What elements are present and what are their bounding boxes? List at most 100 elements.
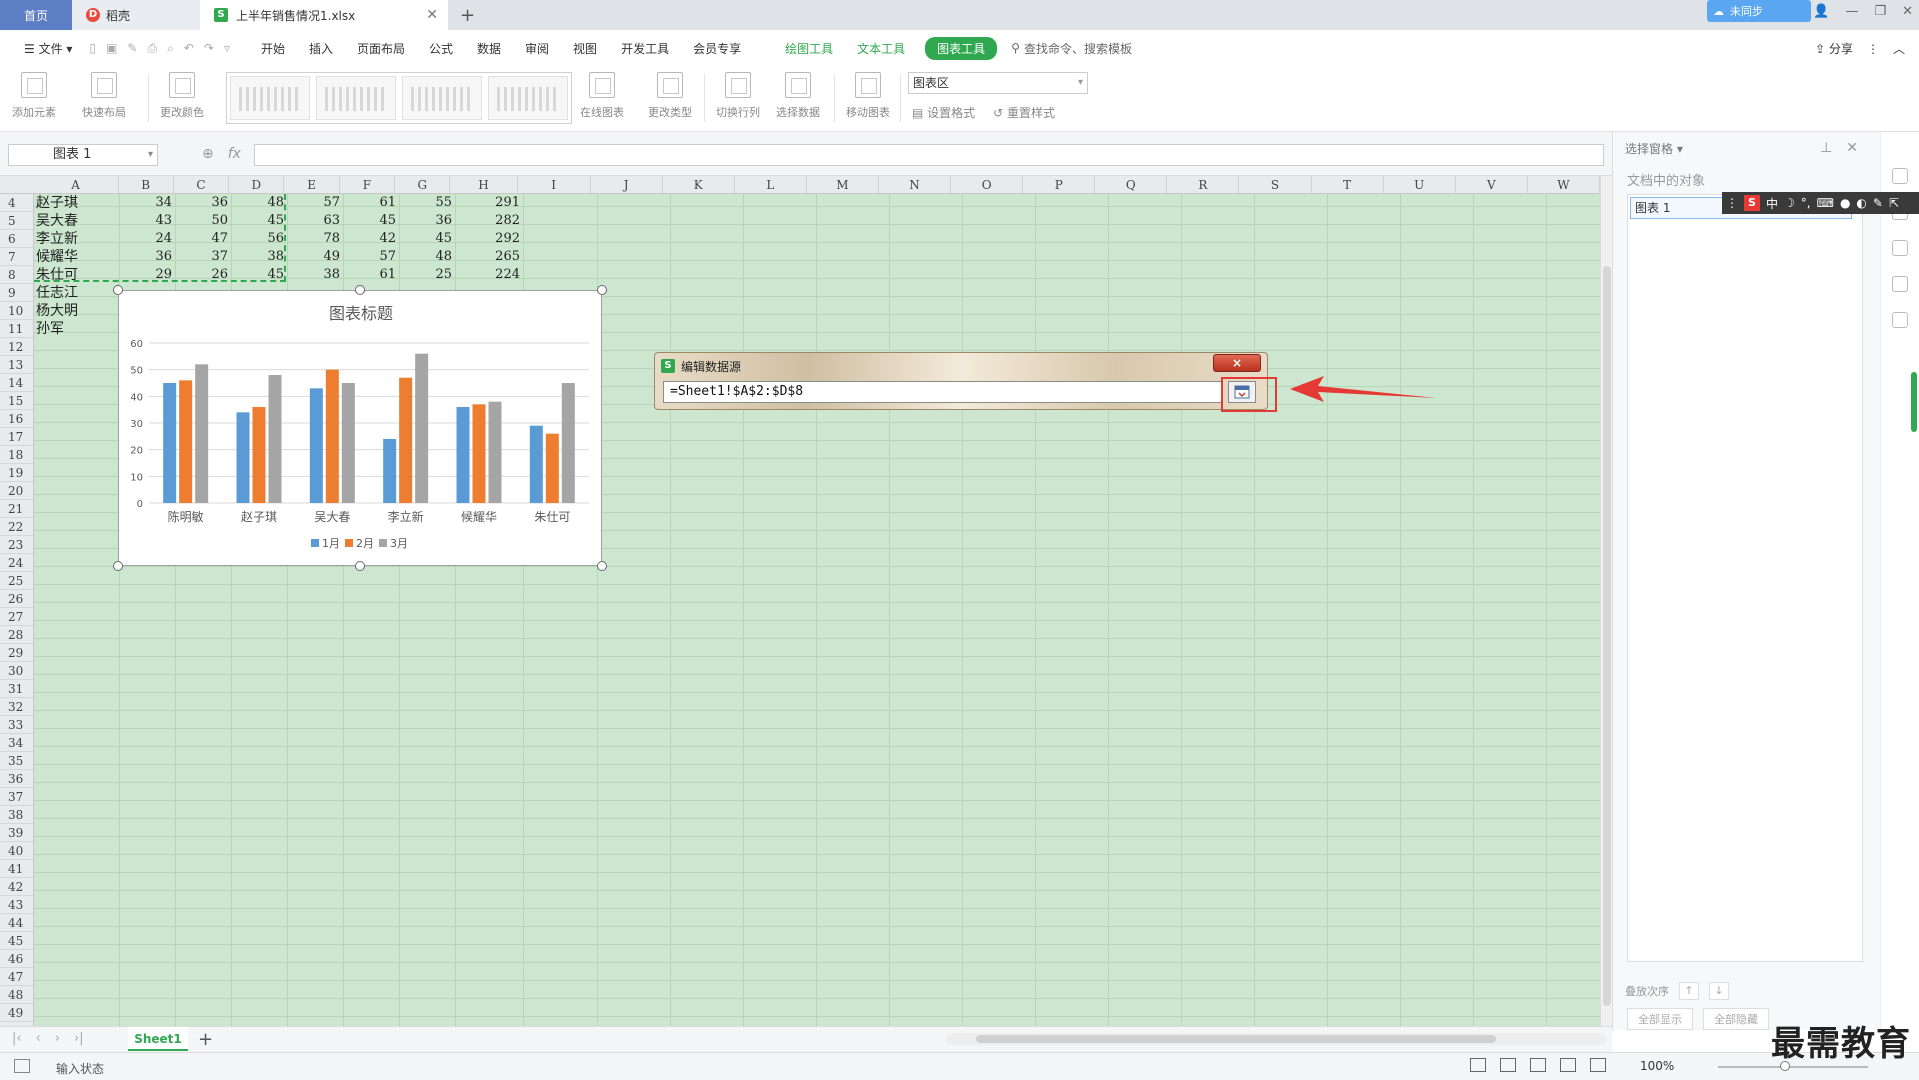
column-header-u[interactable]: U [1384, 176, 1456, 193]
row-header[interactable]: 27 [0, 608, 33, 626]
row-header[interactable]: 8 [0, 266, 33, 284]
row-header[interactable]: 17 [0, 428, 33, 446]
column-header-f[interactable]: F [340, 176, 396, 193]
pin-pane-icon[interactable]: ⊥ [1820, 140, 1832, 156]
add-element-button[interactable]: 添加元素 [12, 72, 56, 120]
cell-value[interactable]: 29 [120, 266, 176, 284]
close-tab-icon[interactable]: ✕ [426, 7, 438, 23]
show-all-button[interactable]: 全部显示 [1627, 1008, 1693, 1030]
row-header[interactable]: 37 [0, 788, 33, 806]
bring-forward-icon[interactable]: ↑ [1679, 982, 1699, 1000]
resize-handle-bottom[interactable] [355, 561, 365, 571]
menu-item-developer[interactable]: 开发工具 [609, 40, 681, 57]
column-header-j[interactable]: J [591, 176, 663, 193]
vertical-scroll-thumb[interactable] [1603, 266, 1611, 1006]
cell-value[interactable]: 45 [400, 230, 456, 248]
ime-mode[interactable]: 中 [1766, 195, 1778, 212]
reset-style-button[interactable]: ↺ 重置样式 [993, 104, 1055, 121]
lang-icon[interactable] [1500, 1058, 1516, 1072]
column-header-g[interactable]: G [395, 176, 451, 193]
menu-item-page-layout[interactable]: 页面布局 [345, 40, 417, 57]
cell-value[interactable]: 45 [344, 212, 400, 230]
row-header[interactable]: 12 [0, 338, 33, 356]
last-sheet-icon[interactable]: ›| [74, 1031, 84, 1046]
row-header[interactable]: 15 [0, 392, 33, 410]
row-header[interactable]: 36 [0, 770, 33, 788]
row-header[interactable]: 22 [0, 518, 33, 536]
row-header[interactable]: 10 [0, 302, 33, 320]
skin-icon[interactable]: ◐ [1856, 196, 1866, 210]
eye-protect-icon[interactable] [1470, 1058, 1486, 1072]
menu-item-drawing-tools[interactable]: 绘图工具 [773, 40, 845, 57]
cell-value[interactable]: 224 [456, 266, 524, 284]
cell-value[interactable]: 292 [456, 230, 524, 248]
column-header-d[interactable]: D [229, 176, 285, 193]
row-header[interactable]: 30 [0, 662, 33, 680]
row-header[interactable]: 14 [0, 374, 33, 392]
horizontal-scroll-thumb[interactable] [976, 1035, 1496, 1043]
horizontal-scrollbar[interactable] [946, 1033, 1606, 1045]
add-sheet-button[interactable]: + [198, 1029, 213, 1050]
column-header-p[interactable]: P [1023, 176, 1096, 193]
cell-value[interactable]: 38 [232, 248, 288, 266]
row-header[interactable]: 48 [0, 986, 33, 1004]
cell-value[interactable]: 47 [176, 230, 232, 248]
column-header-i[interactable]: I [518, 176, 591, 193]
close-pane-icon[interactable]: ✕ [1846, 140, 1858, 156]
tab-home[interactable]: 首页 [0, 0, 72, 30]
cell-name[interactable]: 任志江 [34, 284, 120, 302]
row-header[interactable]: 5 [0, 212, 33, 230]
next-sheet-icon[interactable]: › [55, 1031, 60, 1046]
collapse-ribbon-icon[interactable]: ︿ [1893, 40, 1905, 57]
chart-object[interactable]: 图表标题 0 10 20 30 40 50 60 陈明敏 赵子琪 吴大春 李立新 候耀华 朱仕可 1月 2月 3… [118, 290, 602, 566]
menu-item-view[interactable]: 视图 [561, 40, 609, 57]
row-header[interactable]: 20 [0, 482, 33, 500]
property-icon[interactable] [1892, 240, 1908, 256]
external-icon[interactable]: ⇱ [1889, 196, 1899, 210]
column-header-t[interactable]: T [1312, 176, 1384, 193]
column-header-c[interactable]: C [174, 176, 230, 193]
side-scroll-indicator[interactable] [1911, 372, 1917, 432]
row-header[interactable]: 32 [0, 698, 33, 716]
menu-item-member[interactable]: 会员专享 [681, 40, 753, 57]
select-data-button[interactable]: 选择数据 [776, 72, 820, 120]
cloud-sync-badge[interactable]: ☁ 未同步 [1707, 0, 1811, 22]
row-header[interactable]: 45 [0, 932, 33, 950]
name-box[interactable]: 图表 1 [8, 144, 158, 166]
cell-value[interactable]: 48 [232, 194, 288, 212]
column-header-w[interactable]: W [1528, 176, 1600, 193]
cell-value[interactable]: 34 [120, 194, 176, 212]
moon-icon[interactable]: ☽ [1784, 196, 1795, 210]
row-header[interactable]: 39 [0, 824, 33, 842]
cell-name[interactable]: 李立新 [34, 230, 120, 248]
column-header-m[interactable]: M [807, 176, 879, 193]
zoom-level[interactable]: 100% [1640, 1059, 1674, 1073]
column-header-s[interactable]: S [1239, 176, 1312, 193]
save-icon[interactable]: ▣ [101, 41, 122, 55]
resize-handle-top-left[interactable] [113, 285, 123, 295]
menu-item-insert[interactable]: 插入 [297, 40, 345, 57]
row-header[interactable]: 11 [0, 320, 33, 338]
resize-handle-top[interactable] [355, 285, 365, 295]
resize-handle-bottom-right[interactable] [597, 561, 607, 571]
row-header[interactable]: 6 [0, 230, 33, 248]
cell-value[interactable]: 61 [344, 194, 400, 212]
row-header[interactable]: 35 [0, 752, 33, 770]
cell-name[interactable]: 吴大春 [34, 212, 120, 230]
row-header[interactable]: 47 [0, 968, 33, 986]
new-doc-icon[interactable]: ▯ [84, 41, 101, 55]
vertical-scrollbar[interactable] [1600, 176, 1612, 1026]
cell-value[interactable]: 36 [120, 248, 176, 266]
cell-value[interactable]: 45 [232, 212, 288, 230]
selection-pane-title[interactable]: 选择窗格 ▾ [1625, 140, 1683, 157]
cell-name[interactable]: 朱仕可 [34, 266, 120, 284]
resize-handle-top-right[interactable] [597, 285, 607, 295]
dialog-close-button[interactable]: × [1213, 354, 1261, 372]
fx-icon[interactable]: fx [228, 146, 241, 162]
more-options-icon[interactable]: ⋮ [1867, 42, 1879, 56]
row-header[interactable]: 41 [0, 860, 33, 878]
cell-name[interactable]: 赵子琪 [34, 194, 120, 212]
close-window-icon[interactable]: ✕ [1902, 4, 1913, 19]
user-avatar-icon[interactable]: 👤 [1813, 4, 1829, 19]
switch-row-col-button[interactable]: 切换行列 [716, 72, 760, 120]
